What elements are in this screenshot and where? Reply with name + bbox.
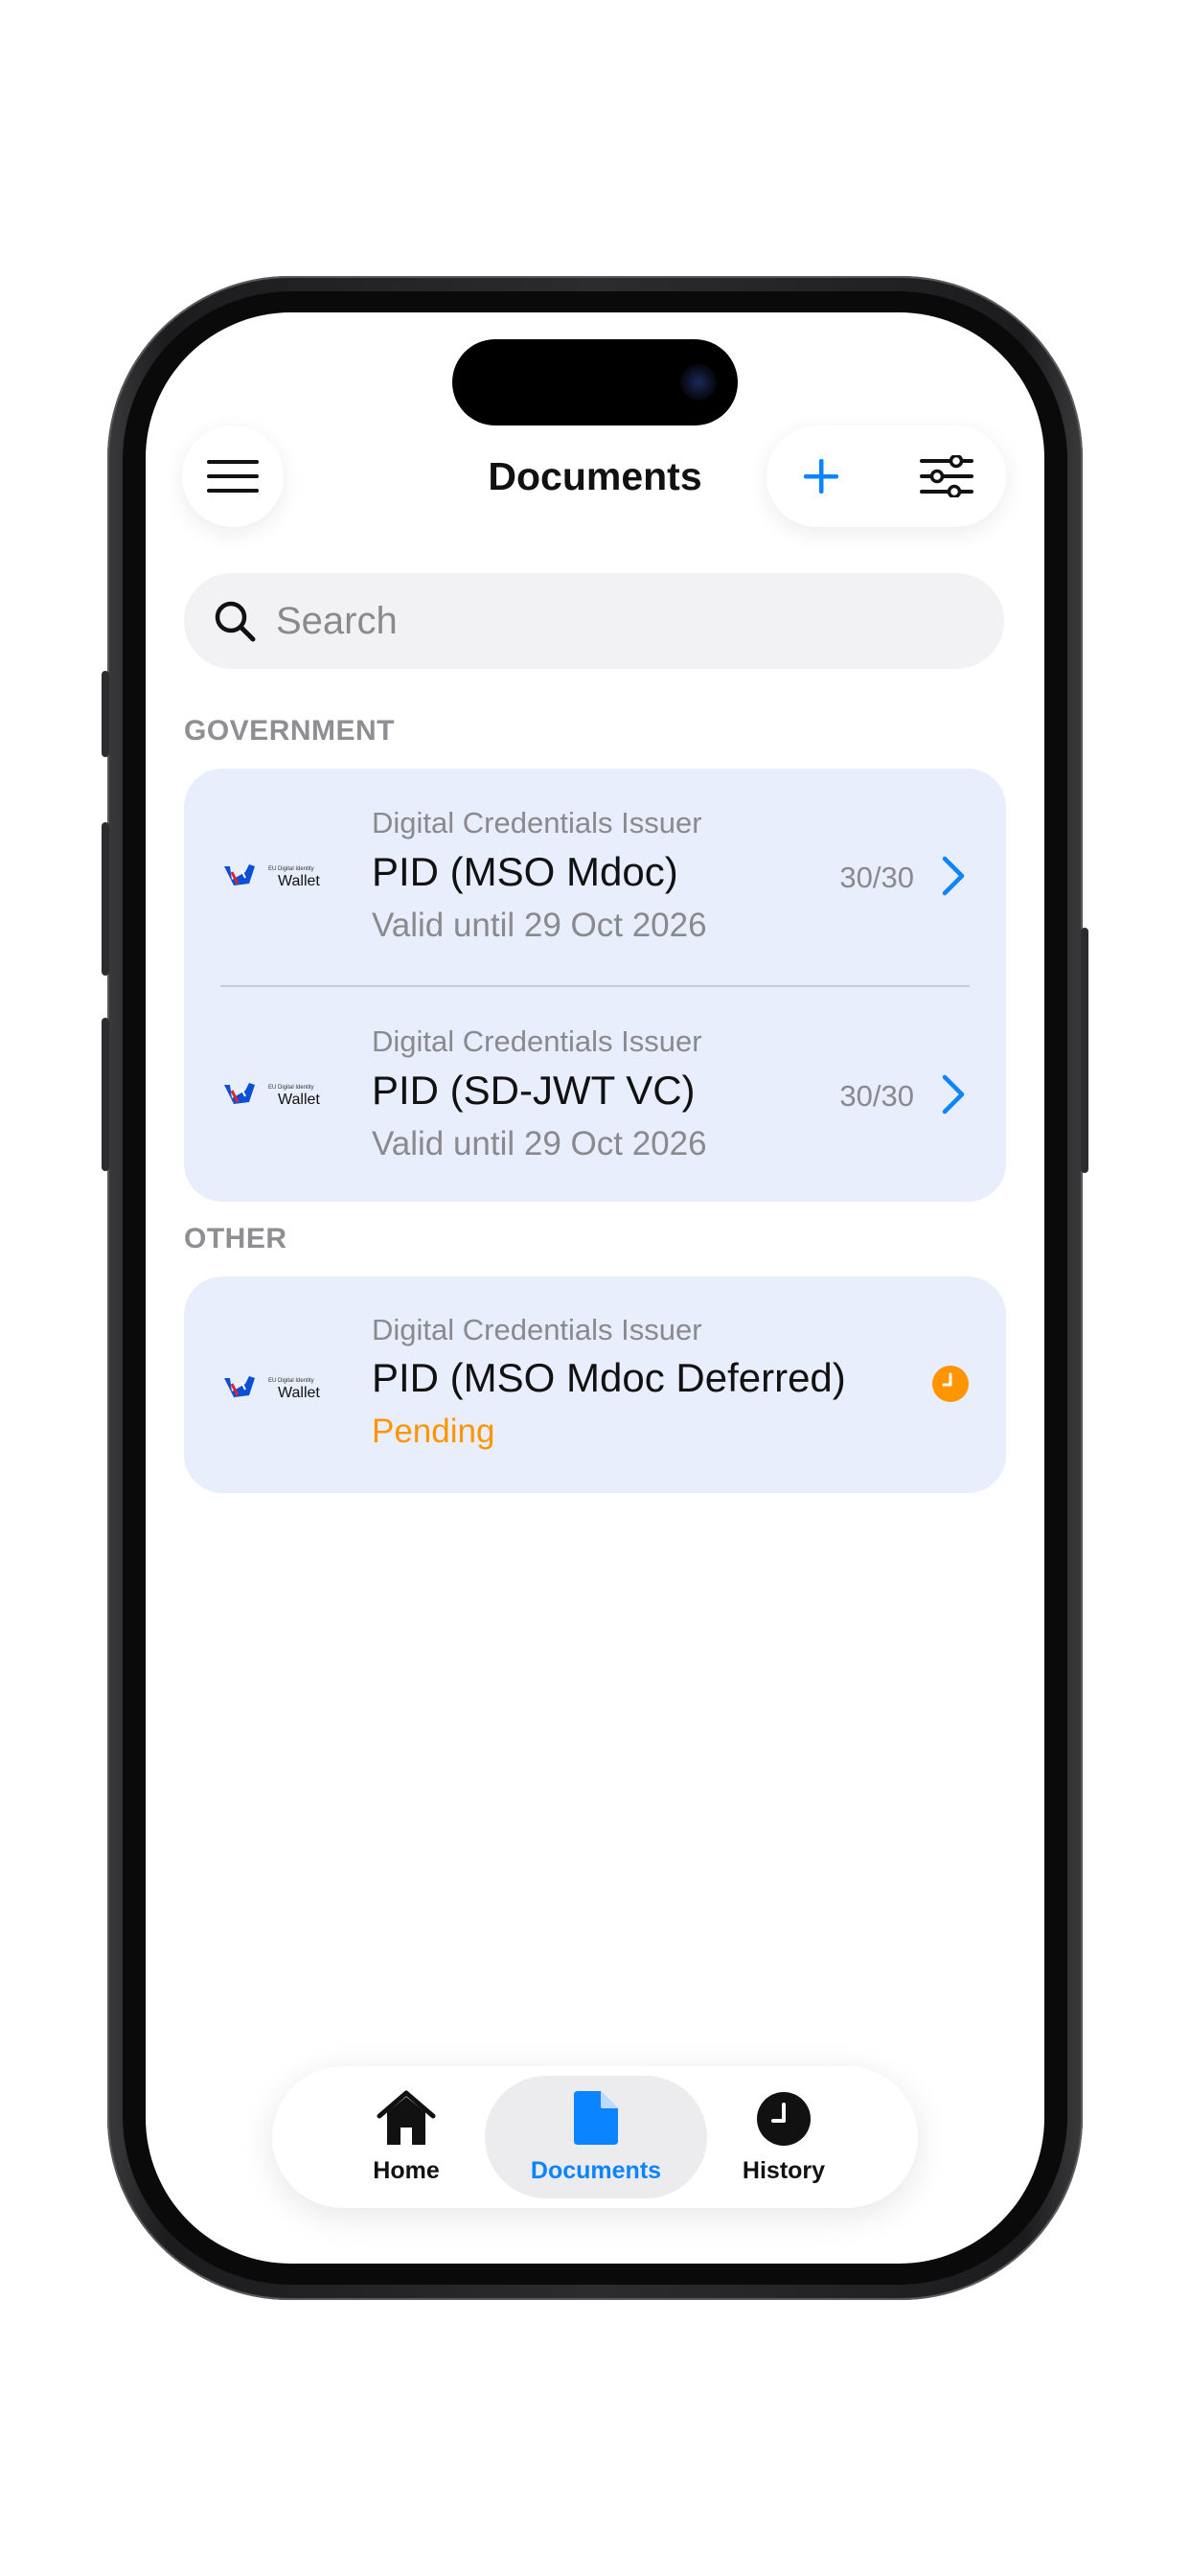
action-button	[102, 671, 109, 757]
logo-small-text: EU Digital Identity	[268, 1378, 314, 1384]
header-actions	[767, 426, 1006, 527]
power-button	[1081, 928, 1088, 1173]
validity-text: Valid until 29 Oct 2026	[372, 1125, 707, 1162]
document-row-pid-mso-mdoc-deferred[interactable]: EU Digital Identity Wallet Digital Crede…	[184, 1276, 1006, 1493]
tab-bar: Home Documents History	[272, 2066, 918, 2208]
usage-count: 30/30	[839, 861, 914, 894]
pending-clock-icon	[932, 1366, 969, 1402]
pending-status: Pending	[372, 1413, 495, 1450]
tab-label: Home	[373, 2157, 440, 2184]
search-bar[interactable]: Search	[184, 573, 1004, 669]
add-document-button[interactable]	[795, 450, 847, 502]
eudi-wallet-logo: EU Digital Identity Wallet	[224, 1083, 320, 1108]
chevron-right-icon	[942, 856, 965, 896]
logo-brand-text: Wallet	[278, 1092, 320, 1108]
tab-documents[interactable]: Documents	[485, 2076, 707, 2198]
filter-button[interactable]	[918, 450, 975, 502]
tab-history[interactable]: History	[717, 2076, 851, 2198]
chevron-right-icon	[942, 1074, 965, 1115]
tab-label: History	[742, 2157, 826, 2184]
camera-icon	[680, 364, 717, 401]
usage-count: 30/30	[839, 1079, 914, 1113]
government-card: EU Digital Identity Wallet Digital Crede…	[184, 769, 1006, 1202]
issuer-label: Digital Credentials Issuer	[372, 806, 702, 840]
tab-home[interactable]: Home	[339, 2076, 473, 2198]
logo-small-text: EU Digital Identity	[268, 866, 314, 872]
section-label-other: OTHER	[184, 1223, 287, 1254]
logo-brand-text: Wallet	[278, 1385, 320, 1401]
validity-text: Valid until 29 Oct 2026	[372, 907, 707, 944]
volume-up-button	[102, 822, 109, 976]
document-name: PID (SD-JWT VC)	[372, 1068, 696, 1113]
volume-down-button	[102, 1018, 109, 1171]
eudi-wallet-logo: EU Digital Identity Wallet	[224, 864, 320, 889]
plus-icon	[804, 459, 838, 494]
issuer-label: Digital Credentials Issuer	[372, 1313, 702, 1346]
search-input[interactable]: Search	[276, 600, 398, 643]
house-icon	[377, 2090, 436, 2145]
document-row-pid-sd-jwt-vc[interactable]: EU Digital Identity Wallet Digital Crede…	[184, 987, 1006, 1206]
document-icon	[574, 2091, 618, 2145]
search-icon	[215, 601, 256, 642]
issuer-label: Digital Credentials Issuer	[372, 1024, 702, 1058]
dynamic-island	[452, 339, 738, 426]
document-name: PID (MSO Mdoc Deferred)	[372, 1355, 846, 1400]
clock-icon	[757, 2092, 811, 2146]
screen: Documents Search GOVERNMENT EU Digital I…	[146, 312, 1044, 2264]
sliders-icon	[920, 455, 973, 497]
logo-brand-text: Wallet	[278, 873, 320, 889]
tab-label: Documents	[530, 2157, 662, 2184]
other-card: EU Digital Identity Wallet Digital Crede…	[184, 1276, 1006, 1493]
eudi-wallet-logo: EU Digital Identity Wallet	[224, 1376, 320, 1401]
document-row-pid-mso-mdoc[interactable]: EU Digital Identity Wallet Digital Crede…	[184, 769, 1006, 987]
logo-small-text: EU Digital Identity	[268, 1085, 314, 1091]
document-name: PID (MSO Mdoc)	[372, 849, 678, 894]
section-label-government: GOVERNMENT	[184, 715, 396, 747]
